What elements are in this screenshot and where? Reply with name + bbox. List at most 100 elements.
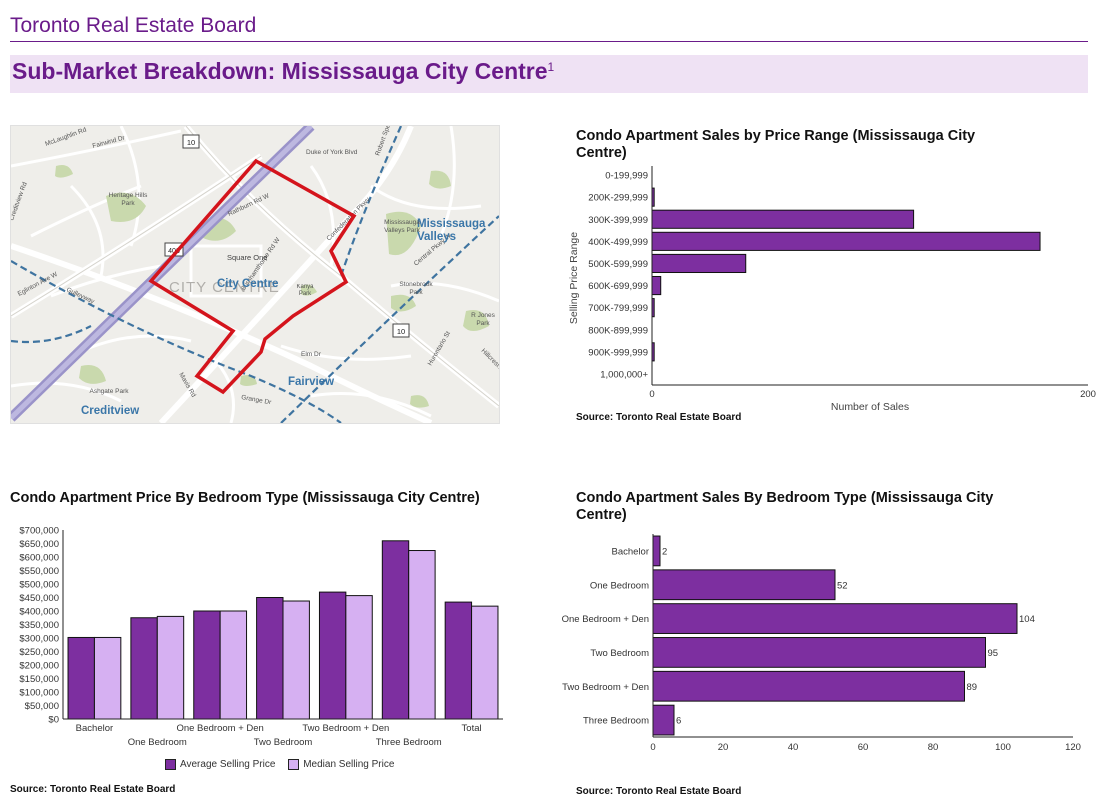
tick-label-700k-799-999: 700K-799,999 xyxy=(588,303,648,314)
bar-three-bedroom-average-selling-price xyxy=(381,540,410,720)
bar-bachelor-median-selling-price xyxy=(93,636,122,720)
tick-label-800k-899-999: 800K-899,999 xyxy=(588,325,648,336)
x-tick-total: Total xyxy=(462,723,482,734)
chart-price-range-source: Source: Toronto Real Estate Board xyxy=(576,412,742,423)
tick-label-0-199-999: 0-199,999 xyxy=(605,171,648,182)
chart-bedroom-sales-bars: 2 52 104 95 89 6 xyxy=(652,535,1035,736)
legend-label-median: Median Selling Price xyxy=(303,759,395,771)
street-grange: Grange Dr xyxy=(241,394,273,406)
x-tick-40: 40 xyxy=(788,742,799,753)
x-tick-three-bedroom: Three Bedroom xyxy=(376,737,442,748)
tick-label-one-bedroom: One Bedroom xyxy=(590,580,649,591)
y-tick-100-000: $100,000 xyxy=(19,688,59,699)
label-city-centre: City Centre xyxy=(217,278,278,290)
y-tick-600-000: $600,000 xyxy=(19,553,59,564)
street-gulleyway: Gulleyway xyxy=(65,286,96,305)
tick-label-200k-299-999: 200K-299,999 xyxy=(588,193,648,204)
data-label-one-bedroom: 52 xyxy=(837,580,848,591)
x-tick-200: 200 xyxy=(1080,389,1096,400)
x-tick-100: 100 xyxy=(995,742,1011,753)
label-square-one: Square One xyxy=(227,253,267,262)
bar-three-bedroom xyxy=(652,704,675,736)
chart-bedroom-price-legend: Average Selling Price Median Selling Pri… xyxy=(165,759,394,770)
label-heritage-hills-box: Heritage Hills Park xyxy=(109,192,148,207)
street-elm: Elm Dr xyxy=(301,351,322,358)
label-stonebrook-box: Stonebrook Park xyxy=(399,281,432,296)
chart-price-range: 0-199,999 200K-299,999 300K-399,999 400K-49… xyxy=(568,166,1096,413)
y-tick-450-000: $450,000 xyxy=(19,593,59,604)
bar-one-bedroom-median-selling-price xyxy=(156,615,185,720)
bar-400k-499-999 xyxy=(651,231,1041,251)
tick-label-300k-399-999: 300K-399,999 xyxy=(588,215,648,226)
tick-label-two-bedroom: Two Bedroom xyxy=(590,648,649,659)
bar-600k-699-999 xyxy=(651,275,662,296)
x-tick-80: 80 xyxy=(928,742,939,753)
label-mississauga-valleys-box: Mississauga Valleys xyxy=(417,218,486,243)
bar-two-bedroom-den xyxy=(652,670,965,702)
x-tick-60: 60 xyxy=(858,742,869,753)
footnote-marker: 1 xyxy=(547,60,555,74)
y-tick-300-000: $300,000 xyxy=(19,634,59,645)
chart-bedroom-sales: 2 52 104 95 89 6 Bachelor One Bedroom One Bedro… xyxy=(562,534,1081,753)
chart-bedroom-sales-source: Source: Toronto Real Estate Board xyxy=(576,786,742,797)
y-tick-200-000: $200,000 xyxy=(19,661,59,672)
tick-label-two-bedroom-den: Two Bedroom + Den xyxy=(562,682,649,693)
hwy-10-label-north: 10 xyxy=(187,138,195,147)
y-tick-650-000: $650,000 xyxy=(19,539,59,550)
data-label-bachelor: 2 xyxy=(662,546,667,557)
chart-bedroom-price-yticks: $0 $50,000 $100,000 $150,000 $200,000 $250,00… xyxy=(19,526,59,726)
label-kariya-park: Kariya Park xyxy=(296,284,314,297)
bar-three-bedroom-median-selling-price xyxy=(408,550,436,720)
label-fairview: Fairview xyxy=(288,376,334,388)
x-tick-0: 0 xyxy=(650,742,655,753)
chart-price-range-xlabel: Number of Sales xyxy=(831,401,909,413)
bar-total-average-selling-price xyxy=(444,601,473,720)
legend-label-average: Average Selling Price xyxy=(180,759,276,771)
label-valleys-park-box: Mississauga Valleys Park xyxy=(384,219,420,234)
bar-one-bedroom-den-average-selling-price xyxy=(193,610,221,720)
map-svg: 10 10 403 Eglinton Ave W Burnhamthorpe R… xyxy=(11,126,499,423)
y-tick-250-000: $250,000 xyxy=(19,647,59,658)
chart-bedroom-price: $0 $50,000 $100,000 $150,000 $200,000 $250,00… xyxy=(19,526,503,748)
page-title-text: Sub-Market Breakdown: Mississauga City C… xyxy=(12,58,548,84)
header-rule xyxy=(10,41,1088,42)
tick-label-bachelor: Bachelor xyxy=(612,546,650,557)
bar-two-bedroom xyxy=(652,637,986,668)
chart-bedroom-price-bars xyxy=(67,540,499,720)
chart-bedroom-sales-title: Condo Apartment Sales By Bedroom Type (M… xyxy=(576,490,994,523)
bar-two-bedroom-den-average-selling-price xyxy=(318,591,347,720)
chart-price-range-ticks: 0-199,999 200K-299,999 300K-399,999 400K-49… xyxy=(588,171,1096,400)
data-label-two-bedroom-den: 89 xyxy=(967,682,978,693)
y-tick-350-000: $350,000 xyxy=(19,620,59,631)
bar-two-bedroom-den-median-selling-price xyxy=(345,595,373,720)
y-tick-400-000: $400,000 xyxy=(19,607,59,618)
street-creditview-rd: Creditview Rd xyxy=(11,181,29,222)
legend-swatch-median xyxy=(288,759,300,770)
x-tick-120: 120 xyxy=(1065,742,1081,753)
brand-name: Toronto Real Estate Board xyxy=(10,14,257,37)
tick-label-600k-699-999: 600K-699,999 xyxy=(588,281,648,292)
tick-label-900k-999-999: 900K-999,999 xyxy=(588,347,648,358)
street-duke: Duke of York Blvd xyxy=(306,149,358,156)
tick-label-three-bedroom: Three Bedroom xyxy=(583,716,649,727)
page-title: Sub-Market Breakdown: Mississauga City C… xyxy=(12,58,554,85)
x-tick-20: 20 xyxy=(718,742,729,753)
chart-price-range-title: Condo Apartment Sales by Price Range (Mi… xyxy=(576,128,976,161)
bar-one-bedroom-den xyxy=(652,603,1018,634)
y-tick-0: $0 xyxy=(48,715,59,726)
label-mississauga-valleys: Mississauga Valleys xyxy=(417,218,486,243)
tick-label-400k-499-999: 400K-499,999 xyxy=(588,237,648,248)
legend-swatch-average xyxy=(165,759,176,770)
x-tick-one-bedroom: One Bedroom xyxy=(128,737,187,748)
tick-label-1-000-000: 1,000,000+ xyxy=(600,369,648,380)
bar-500k-599-999 xyxy=(651,253,747,274)
bar-bachelor-average-selling-price xyxy=(67,636,95,720)
x-tick-bachelor: Bachelor xyxy=(76,723,114,734)
bar-two-bedroom-median-selling-price xyxy=(282,600,310,720)
data-label-three-bedroom: 6 xyxy=(676,716,681,727)
label-ashgate-box: Ashgate Park xyxy=(89,388,128,395)
chart-price-range-ylabel: Selling Price Range xyxy=(568,232,580,324)
y-tick-50-000: $50,000 xyxy=(25,701,59,712)
y-tick-700-000: $700,000 xyxy=(19,526,59,537)
bar-one-bedroom-den-median-selling-price xyxy=(219,610,248,720)
